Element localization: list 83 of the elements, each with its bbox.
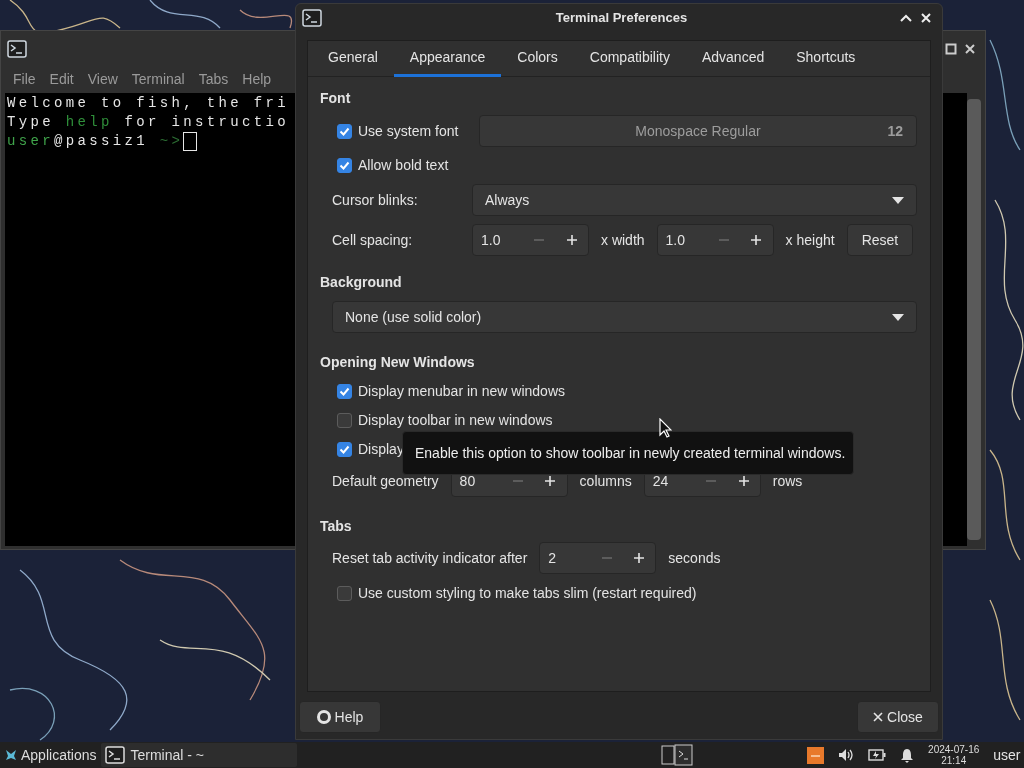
plus-icon <box>737 475 750 487</box>
terminal-text: help <box>65 114 113 130</box>
checkbox[interactable] <box>337 585 352 601</box>
field-label: Reset tab activity indicator after <box>332 548 528 568</box>
checkbox-label: Display menubar in new windows <box>358 382 565 401</box>
terminal-text: @passiz1 <box>54 133 150 149</box>
menu-item[interactable]: Tabs <box>191 68 236 90</box>
workspace-icon[interactable] <box>660 744 693 766</box>
field-label: Cursor blinks: <box>332 190 419 210</box>
dropdown[interactable]: Always <box>472 184 917 216</box>
checkbox[interactable] <box>337 157 352 173</box>
tab[interactable]: Compatibility <box>573 41 686 77</box>
spin-field[interactable]: 1.0 <box>472 224 589 256</box>
terminal-icon <box>104 746 125 764</box>
reset-button[interactable]: Reset <box>846 224 914 256</box>
plus-icon <box>544 475 557 487</box>
terminal-text: Welcome to fish, the fri <box>7 95 290 111</box>
menu-item[interactable]: Terminal <box>124 68 192 90</box>
unit-label: x height <box>785 230 835 250</box>
mouse-pointer-icon <box>659 418 672 438</box>
number-field[interactable]: 2 <box>540 546 591 570</box>
terminal-text: Type <box>7 114 55 130</box>
caret-icon <box>892 196 904 204</box>
checkbox-label: Display toolbar in new windows <box>358 411 553 430</box>
checkbox[interactable] <box>337 413 352 428</box>
plus-icon <box>565 234 578 246</box>
tab[interactable]: Colors <box>501 41 574 77</box>
unit-label: seconds <box>668 548 721 568</box>
section-heading: Tabs <box>319 516 353 536</box>
cursor-block <box>183 132 198 151</box>
spin-field[interactable]: 1.0 <box>656 224 774 256</box>
maximize-icon[interactable] <box>945 43 957 55</box>
help-button[interactable]: Help <box>299 701 381 733</box>
bell-icon[interactable] <box>900 747 915 763</box>
number-field[interactable]: 1.0 <box>473 228 523 252</box>
terminal-text: ~> <box>159 133 184 149</box>
section-heading: Opening New Windows <box>319 352 476 372</box>
taskbar-button[interactable]: Terminal - ~ <box>100 743 297 767</box>
spin-field[interactable]: 2 <box>539 542 657 574</box>
unit-label: x width <box>601 230 645 250</box>
menu-item[interactable]: View <box>80 68 125 90</box>
tab[interactable]: Appearance <box>393 41 502 77</box>
date-text: 2024-07-16 <box>928 744 980 755</box>
checkbox-label: Use custom styling to make tabs slim (restart required) <box>358 583 697 603</box>
terminal-text: for instructio <box>123 114 290 130</box>
close-button[interactable]: Close <box>857 701 939 733</box>
checkbox-label: Allow bold text <box>358 155 449 175</box>
checkbox[interactable] <box>337 384 352 399</box>
checkbox[interactable] <box>337 123 352 139</box>
tooltip: Enable this option to show toolbar in newly created terminal windows. <box>402 431 854 475</box>
font-button[interactable]: Monospace Regular 12 <box>479 115 917 147</box>
chevron-up-icon[interactable] <box>899 13 913 23</box>
tab[interactable]: Shortcuts <box>780 41 872 77</box>
checkbox[interactable] <box>337 442 352 457</box>
time-text: 21:14 <box>940 755 968 766</box>
window-title: Terminal Preferences <box>554 9 689 28</box>
terminal-icon <box>7 40 27 58</box>
tab[interactable]: Advanced <box>685 41 781 77</box>
section-heading: Font <box>319 88 352 108</box>
user-name[interactable]: user <box>993 744 1021 766</box>
close-icon <box>873 712 884 722</box>
applications-menu[interactable]: Applications <box>0 744 97 766</box>
number-field[interactable]: 1.0 <box>657 228 708 252</box>
section-heading: Background <box>319 272 403 292</box>
field-label: Cell spacing: <box>332 230 414 250</box>
menu-item[interactable]: File <box>6 68 43 90</box>
terminal-text: user <box>7 133 54 149</box>
menu-item[interactable]: Help <box>235 68 279 90</box>
caret-icon <box>892 313 904 321</box>
menu-item[interactable]: Edit <box>42 68 81 90</box>
plus-icon <box>750 234 763 246</box>
tab[interactable]: General <box>312 41 394 77</box>
battery-icon[interactable] <box>868 749 887 761</box>
dropdown[interactable]: None (use solid color) <box>332 301 917 333</box>
checkbox-label: Use system font <box>358 121 459 141</box>
terminal-icon <box>302 9 322 27</box>
volume-icon[interactable] <box>838 748 855 762</box>
tray-app-icon[interactable] <box>807 746 825 764</box>
scrollbar[interactable] <box>967 99 981 540</box>
close-icon[interactable] <box>964 43 976 55</box>
lifebuoy-icon <box>316 710 331 724</box>
checkbox-label: Display <box>358 440 404 459</box>
plus-icon <box>633 552 646 564</box>
